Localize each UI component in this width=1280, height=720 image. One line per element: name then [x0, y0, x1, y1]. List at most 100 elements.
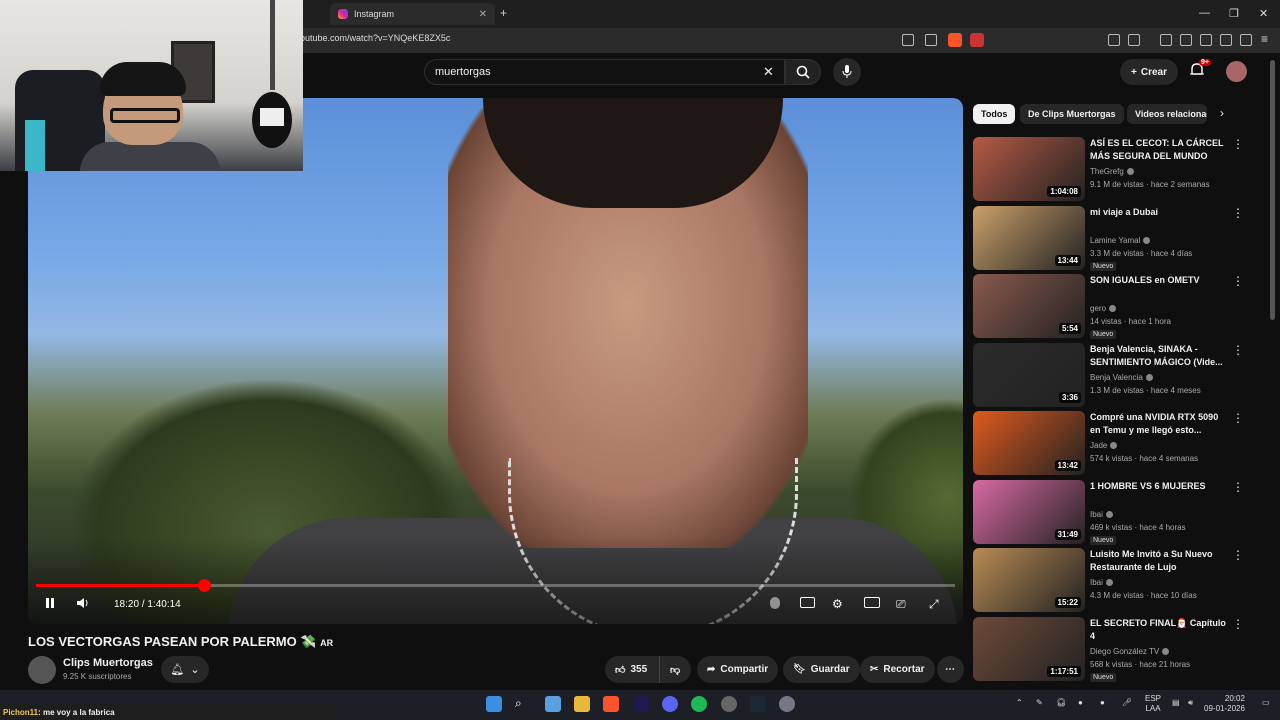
maximize-button[interactable]: ❐ [1229, 7, 1239, 20]
close-tab-icon[interactable]: ✕ [479, 9, 487, 20]
recommendation-thumbnail[interactable]: 31:49 [973, 480, 1085, 544]
recommendation-channel[interactable]: Lamine Yamal [1090, 236, 1151, 245]
clear-search-icon[interactable]: ✕ [763, 64, 774, 80]
start-icon[interactable] [486, 696, 502, 712]
recommendation-channel[interactable]: Benja Valencia [1090, 373, 1153, 382]
tray-steam-icon[interactable]: ● [1078, 698, 1083, 707]
volume-button[interactable] [76, 597, 90, 612]
music-icon[interactable] [1160, 34, 1172, 46]
chip-all[interactable]: Todos [973, 104, 1016, 124]
more-options-icon[interactable]: ⋮ [1232, 343, 1244, 357]
search-button[interactable] [785, 59, 821, 85]
settings-icon[interactable]: ⚙ [832, 597, 843, 611]
recommendation-channel[interactable]: Ibai [1090, 510, 1113, 519]
more-actions-button[interactable]: ⋯ [937, 656, 964, 683]
obs-icon[interactable] [721, 696, 737, 712]
recommendation-channel[interactable]: Diego González TV [1090, 647, 1170, 656]
recommendation-item[interactable]: 13:44 mi viaje a Dubai Lamine Yamal 3.3 M d… [973, 206, 1263, 271]
recommendation-item[interactable]: 1:17:51 EL SECRETO FINAL🎅 Capítulo 4 Diego… [973, 617, 1263, 682]
vpn-icon[interactable] [1240, 34, 1252, 46]
steam-icon[interactable] [750, 696, 766, 712]
more-options-icon[interactable]: ⋮ [1232, 274, 1244, 288]
tab-instagram[interactable]: Instagram ✕ [330, 3, 495, 25]
settings-gear-icon[interactable] [779, 696, 795, 712]
recommendation-title[interactable]: mi viaje a Dubai [1090, 206, 1230, 219]
channel-name[interactable]: Clips Muertorgas [63, 657, 153, 669]
search-icon[interactable]: ⌕ [515, 696, 531, 712]
recommendation-title[interactable]: 1 HOMBRE VS 6 MUJERES [1090, 480, 1230, 493]
recommendation-item[interactable]: 5:54 SON IGUALES en OMETV gero 14 vistas · … [973, 274, 1263, 339]
recommendation-channel[interactable]: Ibai [1090, 578, 1113, 587]
recommendation-title[interactable]: Luisito Me Invitó a Su Nuevo Restaurante… [1090, 548, 1230, 574]
recommendation-item[interactable]: 13:42 Compré una NVIDIA RTX 5090 en Temu … [973, 411, 1263, 475]
channel-avatar[interactable] [28, 656, 56, 684]
share-button[interactable]: ➦ Compartir [697, 656, 779, 683]
recommendation-channel[interactable]: Jade [1090, 441, 1118, 450]
subtitles-icon[interactable] [800, 597, 815, 608]
more-options-icon[interactable]: ⋮ [1232, 548, 1244, 562]
search-input[interactable]: muertorgas ✕ [424, 59, 785, 85]
recommendation-thumbnail[interactable]: 1:17:51 [973, 617, 1085, 681]
leo-icon[interactable] [1220, 34, 1232, 46]
sidebar-icon[interactable] [1128, 34, 1140, 46]
share-icon[interactable] [925, 34, 937, 46]
discord-icon[interactable] [662, 696, 678, 712]
recommendation-item[interactable]: 31:49 1 HOMBRE VS 6 MUJERES Ibai 469 k vist… [973, 480, 1263, 545]
clip-button[interactable]: ✂ Recortar [860, 656, 935, 683]
recommendation-channel[interactable]: gero [1090, 304, 1117, 313]
subscription-bell-button[interactable]: 🔔︎ ⌄ [161, 656, 209, 683]
cast-icon[interactable]: ⎚ [896, 597, 906, 612]
network-icon[interactable]: ▤ [1172, 698, 1180, 707]
recommendation-thumbnail[interactable]: 3:36 [973, 343, 1085, 407]
panel-icon[interactable] [1180, 34, 1192, 46]
recommendation-title[interactable]: SON IGUALES en OMETV [1090, 274, 1230, 287]
minimize-button[interactable]: — [1199, 7, 1210, 19]
autoplay-toggle[interactable] [770, 597, 780, 609]
voice-search-button[interactable] [833, 58, 861, 86]
new-tab-button[interactable]: + [500, 6, 507, 20]
recommendation-channel[interactable]: TheGrefg [1090, 167, 1134, 176]
save-button[interactable]: 🔖︎ Guardar [783, 656, 860, 683]
fullscreen-icon[interactable]: ⤢ [929, 597, 939, 612]
recommendation-title[interactable]: Compré una NVIDIA RTX 5090 en Temu y me … [1090, 411, 1230, 437]
theater-mode-icon[interactable] [864, 597, 880, 608]
recommendation-item[interactable]: 3:36 Benja Valencia, SINAKA - SENTIMIENTO… [973, 343, 1263, 407]
chevron-right-icon[interactable]: › [1220, 106, 1224, 120]
brave-browser-icon[interactable] [603, 696, 619, 712]
tray-chevron-icon[interactable]: ⌃ [1016, 698, 1023, 707]
tray-mic-icon[interactable]: 🎤︎ [1122, 698, 1132, 707]
tray-app-icon[interactable]: ● [1100, 698, 1105, 707]
close-window-button[interactable]: ✕ [1259, 7, 1268, 20]
more-options-icon[interactable]: ⋮ [1232, 137, 1244, 151]
widgets-icon[interactable] [545, 696, 561, 712]
brave-rewards-icon[interactable] [970, 33, 984, 47]
scrollbar-thumb[interactable] [1270, 60, 1275, 320]
spotify-icon[interactable] [691, 696, 707, 712]
recommendation-thumbnail[interactable]: 1:04:08 [973, 137, 1085, 201]
recommendation-item[interactable]: 15:22 Luisito Me Invitó a Su Nuevo Restau… [973, 548, 1263, 612]
recommendation-title[interactable]: EL SECRETO FINAL🎅 Capítulo 4 [1090, 617, 1230, 643]
notification-center-icon[interactable]: ▭ [1262, 698, 1270, 707]
chip-from-channel[interactable]: De Clips Muertorgas [1020, 104, 1124, 124]
recommendation-thumbnail[interactable]: 13:44 [973, 206, 1085, 270]
like-button[interactable]: 👍︎ 355 [605, 656, 659, 683]
more-options-icon[interactable]: ⋮ [1232, 206, 1244, 220]
wallet-icon[interactable] [1200, 34, 1212, 46]
pause-button[interactable] [44, 597, 56, 612]
progress-scrubber[interactable] [198, 579, 211, 592]
recommendation-thumbnail[interactable]: 13:42 [973, 411, 1085, 475]
file-explorer-icon[interactable] [574, 696, 590, 712]
volume-tray-icon[interactable]: 🔊︎ [1188, 698, 1193, 708]
tray-headset-icon[interactable]: 🎧︎ [1056, 698, 1066, 707]
account-avatar[interactable] [1226, 61, 1247, 82]
notifications-button[interactable]: 9+ [1190, 59, 1211, 80]
more-options-icon[interactable]: ⋮ [1232, 480, 1244, 494]
language-indicator[interactable]: ESP LAA [1145, 694, 1161, 714]
cast-icon[interactable] [902, 34, 914, 46]
url-field[interactable]: outube.com/watch?v=YNQeKE8ZX5c [300, 33, 450, 43]
video-player[interactable]: 18:20 / 1:40:14 ⚙ ⎚ ⤢ [28, 98, 963, 624]
menu-icon[interactable]: ≡ [1261, 32, 1268, 46]
tray-feather-icon[interactable]: ✎ [1036, 698, 1043, 707]
more-options-icon[interactable]: ⋮ [1232, 411, 1244, 425]
more-options-icon[interactable]: ⋮ [1232, 617, 1244, 631]
